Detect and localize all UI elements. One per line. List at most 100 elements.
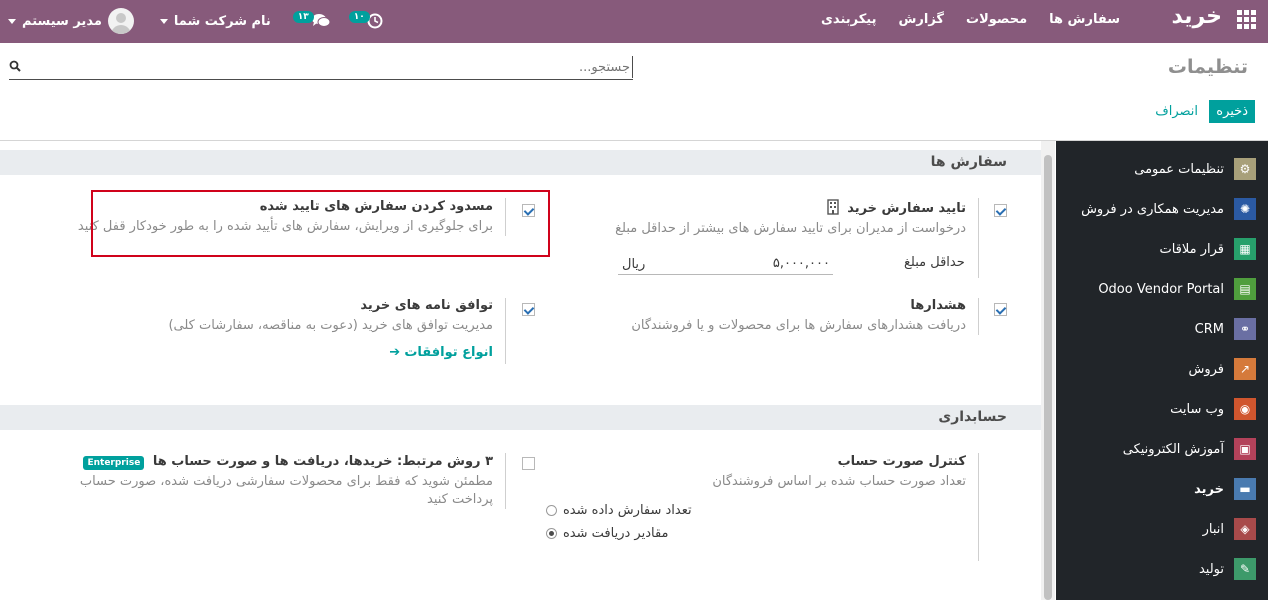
- settings-sidebar: ⚙ تنظیمات عمومی ✺ مدیریت همکاری در فروش ▦ قرا…: [1056, 141, 1268, 600]
- board-icon: ▣: [1234, 438, 1256, 460]
- handshake-icon: ⚭: [1234, 318, 1256, 340]
- card-icon: ▬: [1234, 478, 1256, 500]
- menu-products[interactable]: محصولات: [966, 12, 1027, 27]
- divider: [978, 198, 979, 278]
- sidebar-item[interactable]: ▬ خرید: [1056, 469, 1268, 509]
- sidebar-item[interactable]: ↗ فروش: [1056, 349, 1268, 389]
- divider: [505, 453, 506, 509]
- min-amount-field[interactable]: ۵,۰۰۰,۰۰۰ ریال: [618, 255, 833, 275]
- menu-configuration[interactable]: پیکربندی: [821, 12, 876, 27]
- search-icon[interactable]: [9, 60, 21, 72]
- menu-orders[interactable]: سفارش ها: [1049, 12, 1120, 27]
- three-way-match-checkbox[interactable]: [522, 457, 535, 470]
- bill-control-setting: کنترل صورت حساب تعداد صورت حساب شده بر ا…: [546, 454, 966, 541]
- save-button[interactable]: ذخیره: [1209, 100, 1255, 123]
- wrench-icon: ✎: [1234, 558, 1256, 580]
- chat-count-badge: ۱۳: [292, 11, 314, 23]
- approval-checkbox[interactable]: [994, 204, 1007, 217]
- highlight-box: [91, 190, 550, 257]
- activity-menu[interactable]: ۱۰: [348, 11, 383, 29]
- menu-reporting[interactable]: گزارش: [898, 12, 944, 27]
- sidebar-item[interactable]: ⚭ CRM: [1056, 309, 1268, 349]
- radio-dot-selected: [546, 528, 557, 539]
- arrow-right-icon: ➔: [389, 345, 401, 360]
- warnings-setting: هشدارها دریافت هشدارهای سفارش ها برای مح…: [546, 298, 966, 335]
- sidebar-item-label: مدیریت همکاری در فروش: [1081, 201, 1224, 217]
- avatar: [107, 8, 134, 34]
- gear-icon: ⚙: [1234, 158, 1256, 180]
- sidebar-item[interactable]: ⚙ تنظیمات عمومی: [1056, 149, 1268, 189]
- building-icon: [826, 199, 839, 215]
- enterprise-badge: Enterprise: [83, 456, 145, 470]
- search-input[interactable]: [9, 56, 633, 78]
- sidebar-item-label: Odoo Vendor Portal: [1098, 281, 1224, 297]
- scrollbar-thumb[interactable]: [1044, 155, 1052, 600]
- min-amount-label: حداقل مبلغ: [904, 255, 965, 270]
- sidebar-item[interactable]: ✺ مدیریت همکاری در فروش: [1056, 189, 1268, 229]
- sidebar-item[interactable]: ▦ قرار ملاقات: [1056, 229, 1268, 269]
- radio-received-qty[interactable]: مقادیر دریافت شده: [546, 526, 966, 541]
- grid-icon: ▤: [1234, 278, 1256, 300]
- chart-icon: ↗: [1234, 358, 1256, 380]
- sidebar-item-label: فروش: [1188, 361, 1224, 377]
- chevron-down-icon: [8, 18, 16, 24]
- user-name: مدیر سیستم: [22, 13, 102, 29]
- sidebar-item-label: CRM: [1194, 321, 1224, 337]
- apps-menu-icon[interactable]: [1236, 9, 1256, 29]
- min-amount-value: ۵,۰۰۰,۰۰۰: [772, 256, 830, 271]
- divider: [978, 453, 979, 561]
- divider: [978, 298, 979, 335]
- box-icon: ◈: [1234, 518, 1256, 540]
- activity-count-badge: ۱۰: [348, 11, 370, 23]
- approval-title: تایید سفارش خرید: [847, 201, 966, 216]
- warnings-title: هشدارها: [910, 298, 966, 313]
- navbar-systray: مدیر سیستم نام شرکت شما ۱۳ ۱۰: [8, 6, 383, 36]
- section-title-orders: سفارش ها: [0, 150, 1041, 175]
- main-menu: سفارش ها محصولات گزارش پیکربندی: [821, 12, 1120, 27]
- sidebar-item[interactable]: ◈ انبار: [1056, 509, 1268, 549]
- sidebar-item[interactable]: ▤ Odoo Vendor Portal: [1056, 269, 1268, 309]
- app-brand[interactable]: خرید: [1171, 4, 1222, 29]
- sidebar-item-label: آموزش الکترونیکی: [1122, 441, 1224, 457]
- bill-control-title: کنترل صورت حساب: [837, 454, 966, 469]
- section-title-accounting: حسابداری: [0, 405, 1041, 430]
- sidebar-item[interactable]: ◉ وب سایت: [1056, 389, 1268, 429]
- approval-desc: درخواست از مدیران برای تایید سفارش های ب…: [615, 221, 966, 236]
- top-navbar: خرید سفارش ها محصولات گزارش پیکربندی مدی…: [0, 0, 1268, 43]
- sidebar-item-label: قرار ملاقات: [1159, 241, 1224, 257]
- settings-content: سفارش ها تایید سفارش خرید درخواست از مدی…: [0, 141, 1041, 600]
- sidebar-item-label: انبار: [1202, 521, 1224, 537]
- radio-ordered-qty[interactable]: تعداد سفارش داده شده: [546, 503, 966, 518]
- sidebar-item-label: تولید: [1198, 561, 1224, 577]
- content-scrollbar[interactable]: [1041, 141, 1055, 600]
- three-way-match-desc: مطمئن شوید که فقط برای محصولات سفارشی در…: [79, 474, 493, 507]
- bill-control-desc: تعداد صورت حساب شده بر اساس فروشندگان: [712, 474, 966, 489]
- agreements-title: توافق نامه های خرید: [360, 298, 493, 313]
- agreements-setting: توافق نامه های خرید مدیریت توافق های خری…: [63, 298, 493, 360]
- approval-setting: تایید سفارش خرید درخواست از مدیران برای …: [546, 199, 966, 238]
- sidebar-item[interactable]: ▣ آموزش الکترونیکی: [1056, 429, 1268, 469]
- three-way-match-title: ۳ روش مرتبط: خریدها، دریافت ها و صورت حس…: [152, 454, 493, 469]
- calendar-icon: ▦: [1234, 238, 1256, 260]
- company-name: نام شرکت شما: [173, 13, 271, 29]
- divider: [505, 298, 506, 364]
- warnings-desc: دریافت هشدارهای سفارش ها برای محصولات و …: [631, 318, 966, 333]
- sidebar-item[interactable]: ✎ تولید: [1056, 549, 1268, 589]
- messaging-menu[interactable]: ۱۳: [292, 11, 331, 29]
- sidebar-item-label: وب سایت: [1170, 401, 1224, 417]
- page-title: تنظیمات: [1167, 56, 1248, 78]
- agreement-types-link[interactable]: انواع توافقات ➔: [63, 345, 493, 360]
- cancel-button[interactable]: انصراف: [1155, 104, 1198, 119]
- three-way-match-setting: ۳ روش مرتبط: خریدها، دریافت ها و صورت حس…: [53, 454, 493, 509]
- company-switcher[interactable]: نام شرکت شما: [159, 13, 271, 29]
- search-bar: [9, 56, 633, 80]
- globe-icon: ◉: [1234, 398, 1256, 420]
- chat-icon: [311, 14, 331, 27]
- radio-dot: [546, 505, 557, 516]
- sidebar-item-label: تنظیمات عمومی: [1134, 161, 1224, 177]
- warnings-checkbox[interactable]: [994, 303, 1007, 316]
- currency-label: ریال: [622, 257, 646, 272]
- user-menu[interactable]: مدیر سیستم: [8, 8, 134, 34]
- agreements-checkbox[interactable]: [522, 303, 535, 316]
- bill-control-options: تعداد سفارش داده شده مقادیر دریافت شده: [546, 503, 966, 541]
